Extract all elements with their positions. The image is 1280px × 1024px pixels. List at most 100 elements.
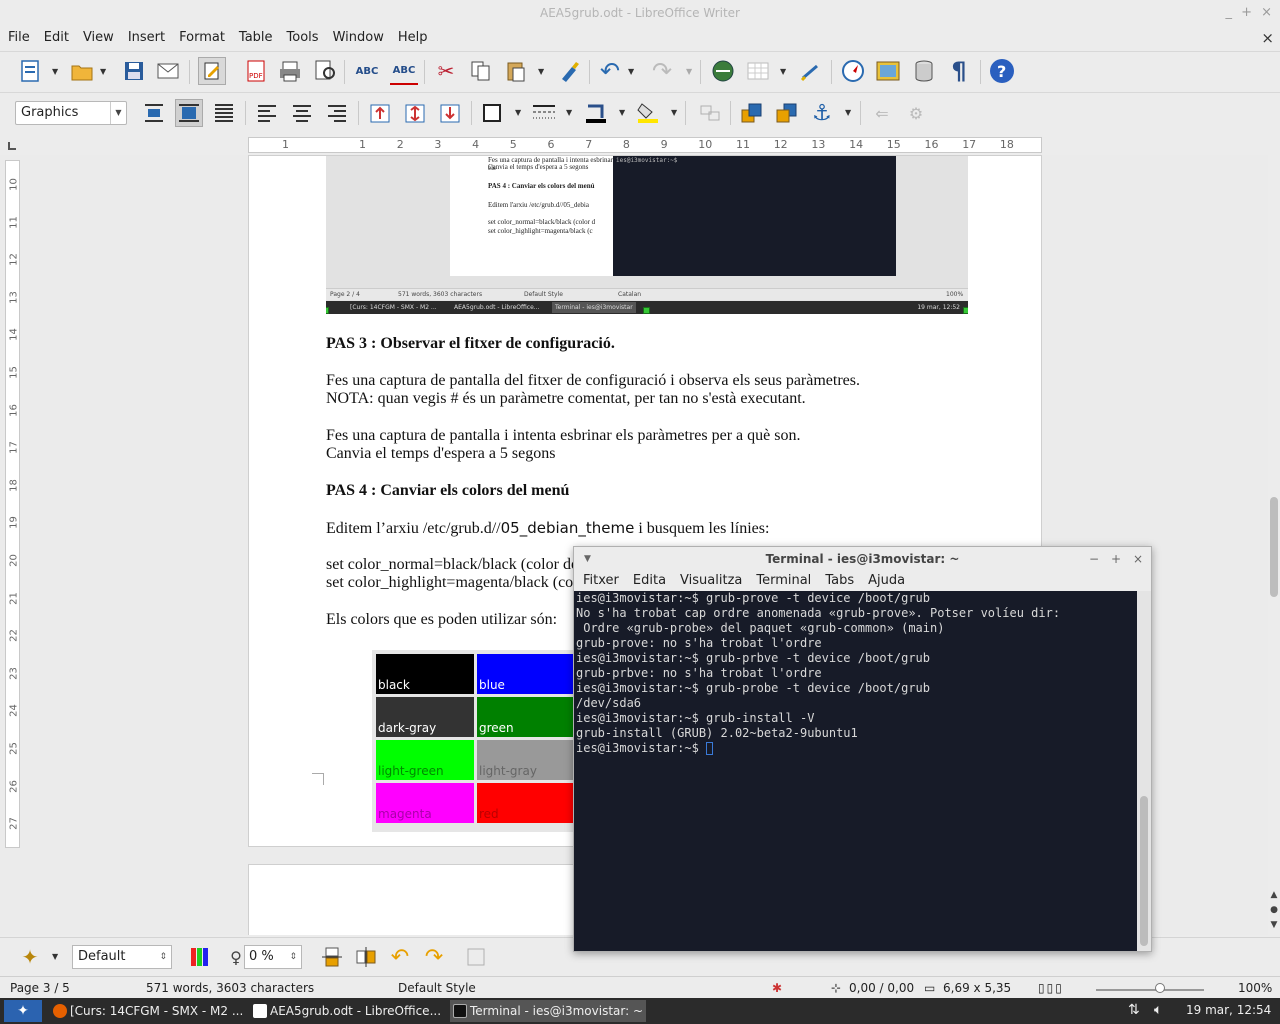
zoom-slider-thumb[interactable] (1155, 983, 1165, 993)
spin-icon[interactable]: ⇕ (289, 946, 297, 968)
background-color-dropdown-icon[interactable]: ▼ (671, 109, 679, 117)
resize-handle[interactable] (643, 307, 650, 314)
terminal-minimize-button[interactable]: − (1089, 547, 1099, 571)
data-sources-icon[interactable] (910, 57, 938, 85)
navigation-icon[interactable]: ● (1268, 905, 1280, 917)
taskbar-item-writer[interactable]: AEA5grub.odt - LibreOffice... (250, 1000, 446, 1022)
word-count[interactable]: 571 words, 3603 characters (146, 977, 314, 1000)
minimize-button[interactable]: _ (1226, 0, 1233, 26)
terminal-window[interactable]: ▼ Terminal - ies@i3movistar: ~ − + × Fit… (573, 546, 1152, 952)
menu-help[interactable]: Help (391, 26, 435, 50)
navigator-icon[interactable] (839, 57, 867, 85)
clone-formatting-icon[interactable] (555, 57, 583, 85)
anchor-icon[interactable]: ⚓ (808, 99, 836, 127)
filter-dropdown-icon[interactable]: ▼ (52, 953, 60, 961)
spin-icon[interactable]: ⇕ (159, 946, 167, 968)
terminal-output[interactable]: ies@i3movistar:~$ grub-prove -t device /… (574, 591, 1137, 951)
previous-page-icon[interactable]: ▲ (1268, 890, 1280, 902)
terminal-maximize-button[interactable]: + (1111, 547, 1121, 571)
align-middle-icon[interactable] (401, 99, 429, 127)
page-style[interactable]: Default Style (398, 977, 476, 1000)
page-count[interactable]: Page 3 / 5 (10, 977, 70, 1000)
borders-icon[interactable] (478, 99, 506, 127)
terminal-scrollbar[interactable] (1137, 591, 1151, 951)
border-color-icon[interactable] (582, 99, 610, 127)
terminal-scrollbar-thumb[interactable] (1140, 796, 1148, 946)
border-color-dropdown-icon[interactable]: ▼ (619, 109, 627, 117)
insert-table-icon[interactable] (744, 57, 772, 85)
view-layout-icon[interactable]: ▯▯▯ (1038, 977, 1064, 1000)
border-style-icon[interactable] (530, 99, 558, 127)
embedded-screenshot-image[interactable]: Fes una captura de pantalla i intenta es… (326, 156, 968, 314)
align-center-icon[interactable] (288, 99, 316, 127)
align-bottom-icon[interactable] (436, 99, 464, 127)
vertical-ruler[interactable]: 10 11 12 13 14 15 16 17 18 19 20 21 22 23 24 25 26 27 (5, 160, 20, 848)
print-preview-icon[interactable] (312, 57, 340, 85)
undo-icon[interactable]: ↶ (596, 57, 624, 85)
open-folder-icon[interactable] (68, 57, 96, 85)
scrollbar-thumb[interactable] (1270, 497, 1278, 597)
formatting-marks-icon[interactable]: ¶ (945, 57, 973, 85)
zoom-level[interactable]: 100% (1238, 977, 1272, 1000)
menu-edit[interactable]: Edit (37, 26, 76, 50)
background-color-icon[interactable] (634, 99, 662, 127)
menu-window[interactable]: Window (326, 26, 391, 50)
colors-table[interactable]: black blue dark-gray green light-green l… (372, 650, 582, 832)
open-dropdown-icon[interactable]: ▼ (100, 68, 108, 76)
cut-icon[interactable]: ✂ (432, 57, 460, 85)
gallery-icon[interactable] (874, 57, 902, 85)
volume-icon[interactable]: 🔈︎ (1154, 1002, 1162, 1018)
filter-wand-icon[interactable]: ✦ (16, 943, 44, 971)
wrap-through-icon[interactable] (210, 99, 238, 127)
anchor-dropdown-icon[interactable]: ▼ (845, 109, 853, 117)
terminal-menu-fitxer[interactable]: Fitxer (574, 571, 626, 591)
resize-handle[interactable] (963, 307, 968, 314)
rotate-right-icon[interactable]: ↷ (420, 943, 448, 971)
terminal-menu-tabs[interactable]: Tabs (818, 571, 861, 591)
email-icon[interactable] (155, 57, 183, 85)
taskbar-item-browser[interactable]: [Curs: 14CFGM - SMX - M2 ... (50, 1000, 246, 1022)
wrap-off-icon[interactable] (140, 99, 168, 127)
help-icon[interactable]: ? (988, 57, 1016, 85)
new-document-icon[interactable] (16, 57, 44, 85)
terminal-menu-terminal[interactable]: Terminal (749, 571, 818, 591)
document-scrollbar[interactable]: ▲ ● ▼ (1268, 135, 1280, 935)
align-left-icon[interactable] (253, 99, 281, 127)
flip-vertical-icon[interactable] (318, 943, 346, 971)
horizontal-ruler[interactable]: 1 1 2 3 4 5 6 7 8 9 10 11 12 13 14 15 16 17 18 (248, 137, 1042, 153)
taskbar-item-terminal[interactable]: Terminal - ies@i3movistar: ~ (450, 1000, 646, 1022)
save-icon[interactable] (120, 57, 148, 85)
next-page-icon[interactable]: ▼ (1268, 920, 1280, 932)
transparency-input[interactable]: 0 % ⇕ (244, 945, 302, 969)
spellcheck-icon[interactable]: ABC (353, 57, 381, 85)
export-pdf-icon[interactable]: PDF (242, 57, 270, 85)
terminal-close-button[interactable]: × (1133, 547, 1143, 571)
network-icon[interactable]: ⇅ (1128, 1002, 1140, 1018)
terminal-titlebar[interactable]: ▼ Terminal - ies@i3movistar: ~ − + × (574, 547, 1151, 571)
hyperlink-icon[interactable] (709, 57, 737, 85)
wrap-page-icon[interactable] (175, 99, 203, 127)
clock[interactable]: 19 mar, 12:54 (1186, 1003, 1271, 1017)
border-style-dropdown-icon[interactable]: ▼ (566, 109, 574, 117)
print-icon[interactable] (276, 57, 304, 85)
terminal-menu-edita[interactable]: Edita (626, 571, 673, 591)
menu-view[interactable]: View (76, 26, 121, 50)
menu-insert[interactable]: Insert (121, 26, 172, 50)
flip-horizontal-icon[interactable] (352, 943, 380, 971)
menu-format[interactable]: Format (172, 26, 232, 50)
close-window-button[interactable]: × (1261, 0, 1272, 26)
rotate-left-icon[interactable]: ↶ (386, 943, 414, 971)
resize-handle[interactable] (326, 307, 329, 314)
chevron-down-icon[interactable]: ▼ (110, 102, 126, 124)
edit-mode-icon[interactable] (198, 57, 226, 85)
align-right-icon[interactable] (323, 99, 351, 127)
new-dropdown-icon[interactable]: ▼ (52, 68, 60, 76)
frame-style-select[interactable]: Graphics ▼ (15, 101, 127, 125)
draw-functions-icon[interactable] (797, 57, 825, 85)
bring-to-front-icon[interactable] (738, 99, 766, 127)
window-menu-icon[interactable]: ▼ (584, 547, 591, 571)
table-dropdown-icon[interactable]: ▼ (780, 68, 788, 76)
menu-table[interactable]: Table (232, 26, 280, 50)
close-document-button[interactable]: × (1261, 26, 1274, 50)
color-adjust-icon[interactable] (186, 943, 214, 971)
